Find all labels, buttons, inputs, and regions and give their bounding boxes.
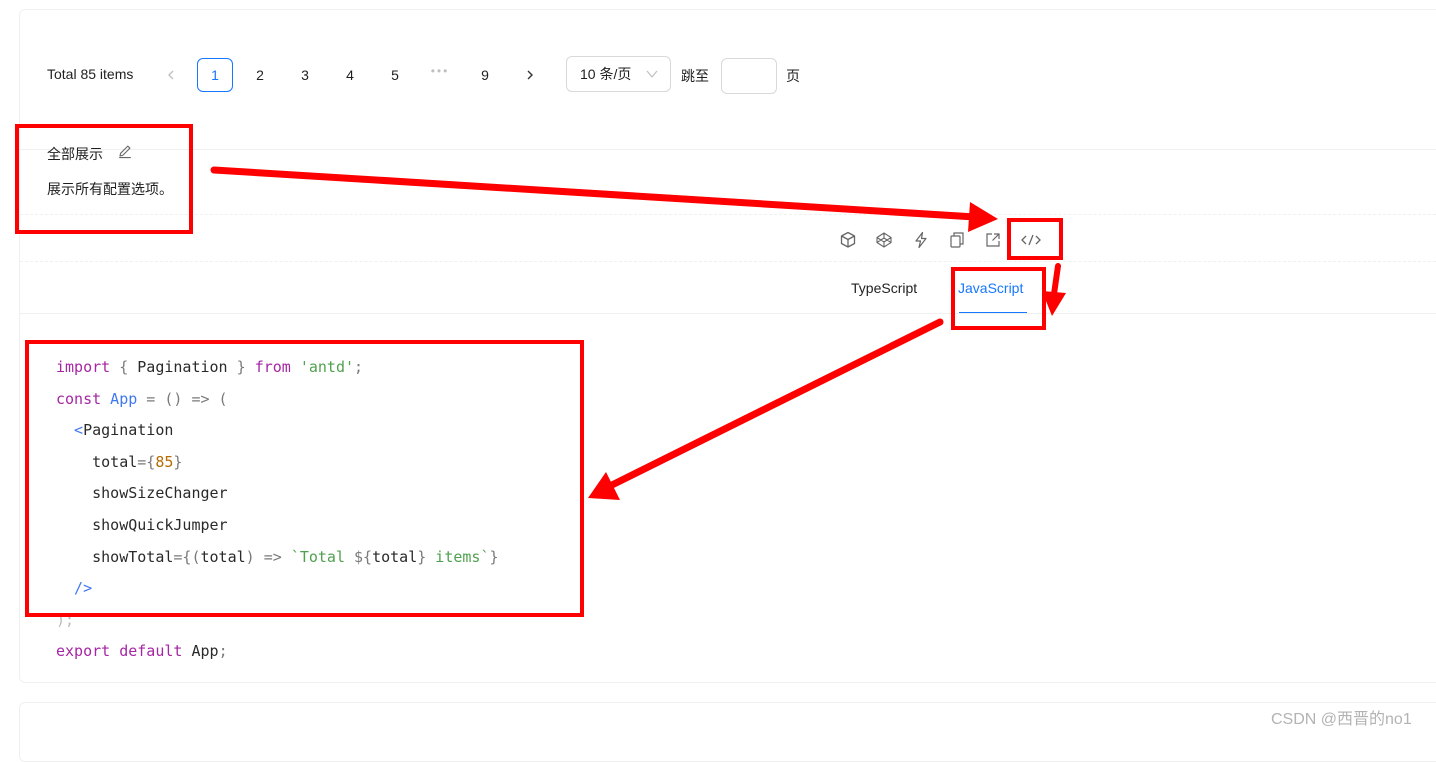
chevron-down-icon [646,70,658,78]
next-page-button[interactable] [520,58,540,92]
copy-icon[interactable] [947,230,967,250]
codesandbox-icon[interactable] [838,230,858,250]
watermark: CSDN @西晋的no1 [1271,711,1412,728]
page-item-1[interactable]: 1 [197,58,233,92]
annotation-box-code [25,340,584,617]
codepen-icon[interactable] [874,230,894,250]
page-item-3[interactable]: 3 [287,58,323,92]
annotation-box-demo-meta [15,124,193,234]
tabs-divider [20,261,1436,262]
stackblitz-icon[interactable] [911,230,931,250]
quick-jumper-suffix: 页 [786,68,800,84]
pagination-total: Total 85 items [47,66,134,82]
code-line-10: export default App; [56,642,228,661]
quick-jumper-label: 跳至 [681,68,709,84]
page-size-value: 10 条/页 [580,66,632,82]
chevron-left-icon [168,70,174,80]
page-item-5[interactable]: 5 [377,58,413,92]
quick-jumper-input[interactable] [721,58,777,94]
chevron-right-icon [527,70,533,80]
page-size-select[interactable]: 10 条/页 [566,56,671,92]
tab-typescript[interactable]: TypeScript [851,280,917,296]
page-item-2[interactable]: 2 [242,58,278,92]
external-link-icon[interactable] [983,230,1003,250]
actions-divider [20,214,1436,215]
jump-next-ellipsis[interactable]: ••• [425,64,455,84]
annotation-box-code-icon [1007,218,1063,260]
prev-page-button[interactable] [161,58,181,92]
pagination: Total 85 items 1 2 3 4 5 ••• 9 10 条/页 跳至… [47,56,847,94]
code-divider [20,313,1436,314]
page-item-9[interactable]: 9 [467,58,503,92]
meta-divider [20,149,1436,150]
annotation-box-javascript-tab [951,267,1046,330]
page-item-4[interactable]: 4 [332,58,368,92]
next-demo-card [19,702,1436,762]
